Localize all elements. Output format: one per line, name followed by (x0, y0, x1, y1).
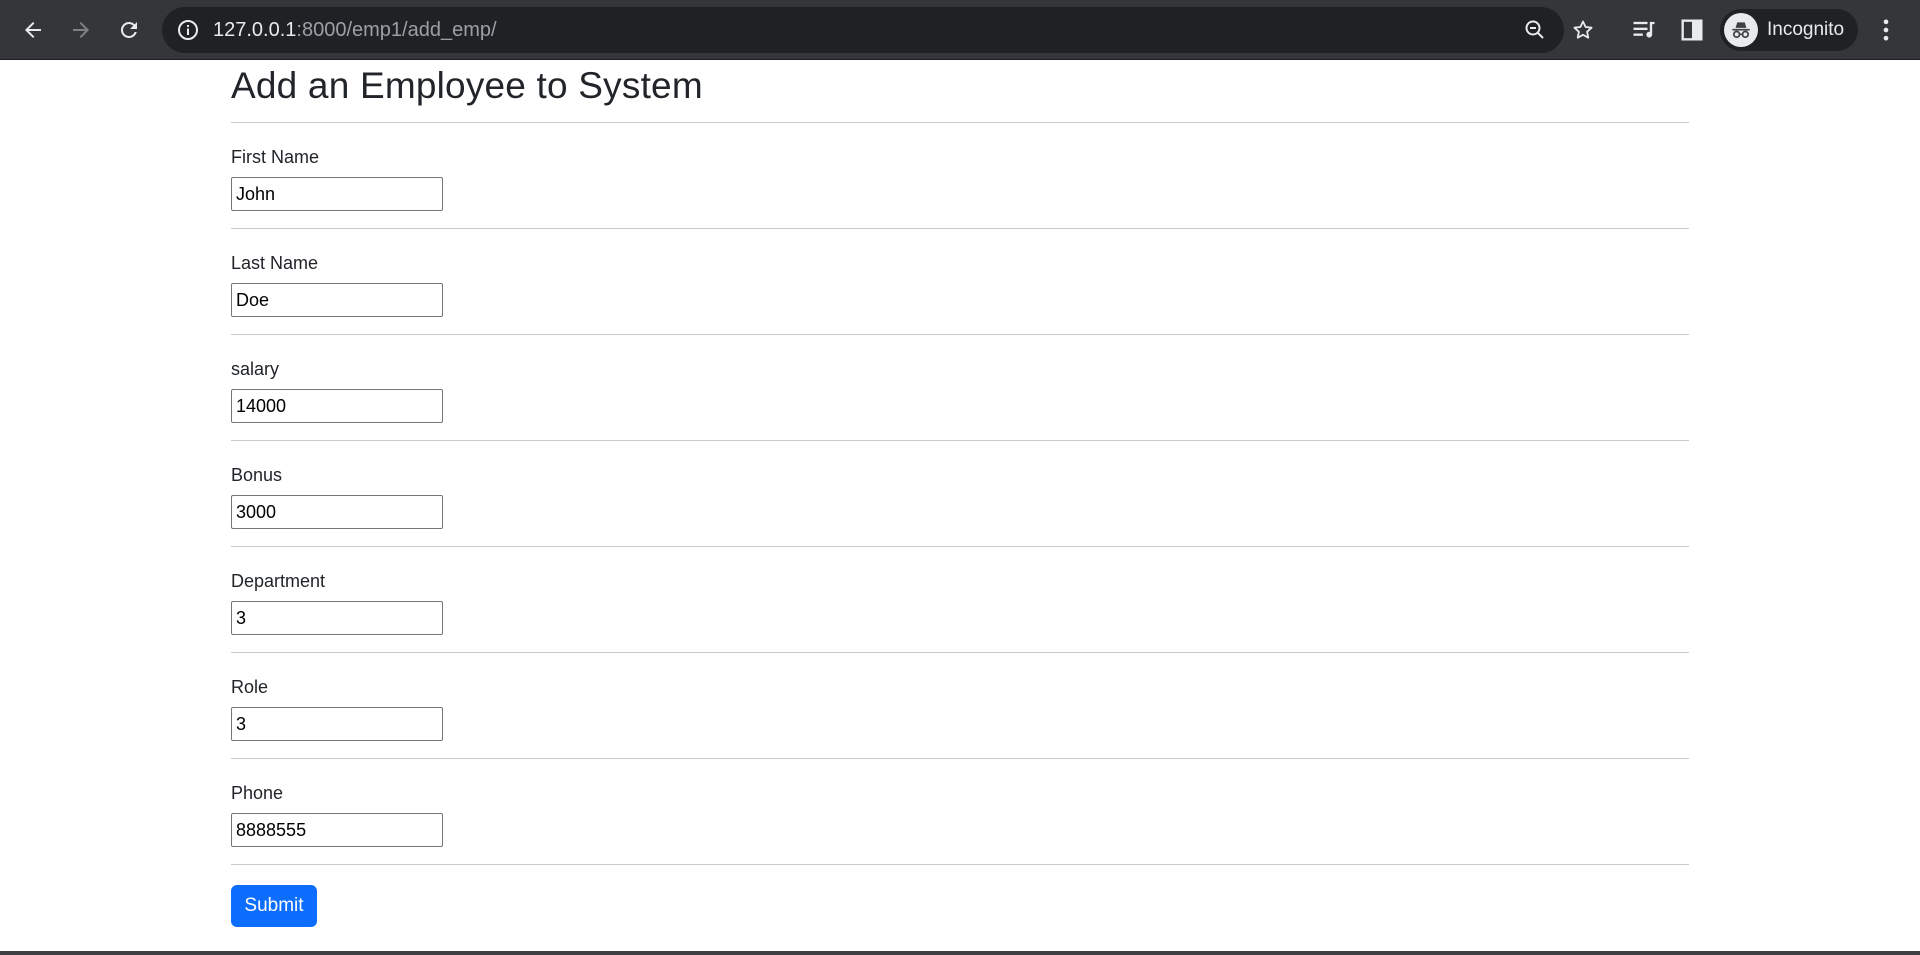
url-host: 127.0.0.1 (213, 19, 297, 41)
submit-button[interactable]: Submit (231, 885, 317, 927)
first-name-label: First Name (231, 147, 320, 167)
media-queue-icon[interactable] (1630, 16, 1658, 44)
salary-input[interactable] (231, 389, 443, 423)
field-last-name: Last Name (231, 229, 1689, 335)
field-department: Department (231, 547, 1689, 653)
back-button[interactable] (15, 12, 51, 48)
field-salary: salary (231, 335, 1689, 441)
first-name-input[interactable] (231, 177, 443, 211)
field-first-name: First Name (231, 123, 1689, 229)
profile-button[interactable]: Incognito (1720, 9, 1858, 51)
employee-form: Add an Employee to System First Name Las… (231, 60, 1689, 927)
field-role: Role (231, 653, 1689, 759)
side-panel-icon[interactable] (1678, 16, 1706, 44)
profile-label: Incognito (1767, 19, 1845, 40)
window-bottom-border (0, 951, 1920, 955)
bonus-input[interactable] (231, 495, 443, 529)
department-label: Department (231, 571, 326, 591)
site-info-icon[interactable] (176, 18, 200, 42)
reload-icon (120, 21, 137, 38)
department-input[interactable] (231, 601, 443, 635)
url-path: :8000/emp1/add_emp/ (296, 19, 497, 41)
forward-button[interactable] (63, 12, 99, 48)
reload-button[interactable] (111, 12, 147, 48)
phone-label: Phone (231, 783, 284, 803)
more-menu-icon[interactable] (1872, 16, 1900, 44)
address-bar[interactable]: 127.0.0.1:8000/emp1/add_emp/ (162, 7, 1564, 53)
url-text[interactable]: 127.0.0.1:8000/emp1/add_emp/ (213, 7, 497, 53)
last-name-input[interactable] (231, 283, 443, 317)
back-arrow-icon (25, 22, 41, 38)
browser-toolbar: 127.0.0.1:8000/emp1/add_emp/ Incognito (0, 0, 1920, 60)
role-label: Role (231, 677, 269, 697)
phone-input[interactable] (231, 813, 443, 847)
zoom-out-icon[interactable] (1523, 18, 1547, 42)
salary-label: salary (231, 359, 280, 379)
bonus-label: Bonus (231, 465, 283, 485)
last-name-label: Last Name (231, 253, 319, 273)
incognito-icon (1724, 13, 1758, 47)
star-icon[interactable] (1571, 18, 1595, 42)
role-input[interactable] (231, 707, 443, 741)
field-bonus: Bonus (231, 441, 1689, 547)
divider (231, 864, 1689, 865)
field-phone: Phone (231, 759, 1689, 865)
page-title: Add an Employee to System (231, 65, 703, 106)
forward-arrow-icon (73, 22, 89, 38)
